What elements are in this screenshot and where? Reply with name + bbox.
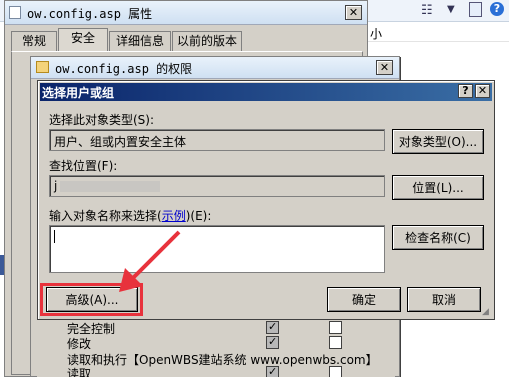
object-type-value: 用户、组或内置安全主体 xyxy=(54,135,187,149)
help-icon[interactable]: ? xyxy=(458,84,473,98)
tab-previous-versions[interactable]: 以前的版本 xyxy=(172,31,242,51)
location-field: j xyxy=(49,175,385,197)
allow-checkbox[interactable] xyxy=(266,335,279,349)
text-cursor xyxy=(54,230,55,243)
deny-checkbox[interactable] xyxy=(329,366,342,377)
properties-titlebar: ow.config.asp 属性 ✕ xyxy=(5,1,367,25)
view-options-icon[interactable]: ☷ xyxy=(421,3,433,18)
names-label: 输入对象名称来选择(示例)(E): xyxy=(49,209,212,223)
allow-checkbox[interactable] xyxy=(266,320,279,334)
tab-details[interactable]: 详细信息 xyxy=(109,31,171,51)
location-value: j xyxy=(54,179,58,193)
ok-button[interactable]: 确定 xyxy=(327,287,401,312)
object-type-label: 选择此对象类型(S): xyxy=(49,113,155,127)
examples-link[interactable]: 示例 xyxy=(162,209,186,223)
resize-grip-icon[interactable]: ◢ xyxy=(482,307,489,317)
deny-checkbox[interactable] xyxy=(329,336,342,349)
object-types-button[interactable]: 对象类型(O)... xyxy=(392,129,484,154)
close-icon[interactable]: ✕ xyxy=(345,5,362,20)
cancel-button[interactable]: 取消 xyxy=(407,287,481,312)
properties-title: ow.config.asp 属性 xyxy=(27,7,153,21)
preview-pane-icon[interactable] xyxy=(469,2,482,17)
chevron-down-icon[interactable]: ▼ xyxy=(447,4,455,15)
highlight-arrow-icon xyxy=(119,230,181,292)
tab-general[interactable]: 常规 xyxy=(11,31,57,51)
permission-label: 读取 xyxy=(67,367,92,377)
permissions-list: 完全控制 修改 读取和执行【OpenWBS建站系统 www.openwbs.co… xyxy=(37,315,395,377)
permission-label: 修改 xyxy=(67,337,92,351)
permissions-title: ow.config.asp 的权限 xyxy=(55,62,193,76)
permissions-titlebar: ow.config.asp 的权限 ✕ xyxy=(31,57,399,79)
file-icon xyxy=(9,6,21,19)
folder-icon xyxy=(36,61,49,73)
list-item: 完全控制 xyxy=(67,320,387,336)
column-header-fragment: 小 xyxy=(370,27,383,41)
dialog-title: 选择用户或组 xyxy=(42,86,115,100)
column-header: 小 xyxy=(362,22,509,42)
list-item: 修改 xyxy=(67,335,387,351)
check-names-button[interactable]: 检查名称(C) xyxy=(392,225,484,250)
object-type-field: 用户、组或内置安全主体 xyxy=(49,129,385,151)
allow-checkbox[interactable] xyxy=(266,365,279,377)
location-label: 查找位置(F): xyxy=(49,159,118,173)
select-users-titlebar: 选择用户或组 ? ✕ xyxy=(40,83,492,101)
help-icon[interactable]: ? xyxy=(490,2,504,16)
locations-button[interactable]: 位置(L)... xyxy=(392,175,484,200)
close-icon[interactable]: ✕ xyxy=(376,60,393,75)
tab-security[interactable]: 安全 xyxy=(58,28,108,51)
list-item: 读取 xyxy=(67,365,387,377)
deny-checkbox[interactable] xyxy=(329,321,342,334)
list-item: 读取和执行【OpenWBS建站系统 www.openwbs.com】 xyxy=(67,351,397,367)
redacted-location xyxy=(60,181,160,192)
close-icon[interactable]: ✕ xyxy=(475,84,490,98)
object-names-input[interactable] xyxy=(49,225,385,273)
